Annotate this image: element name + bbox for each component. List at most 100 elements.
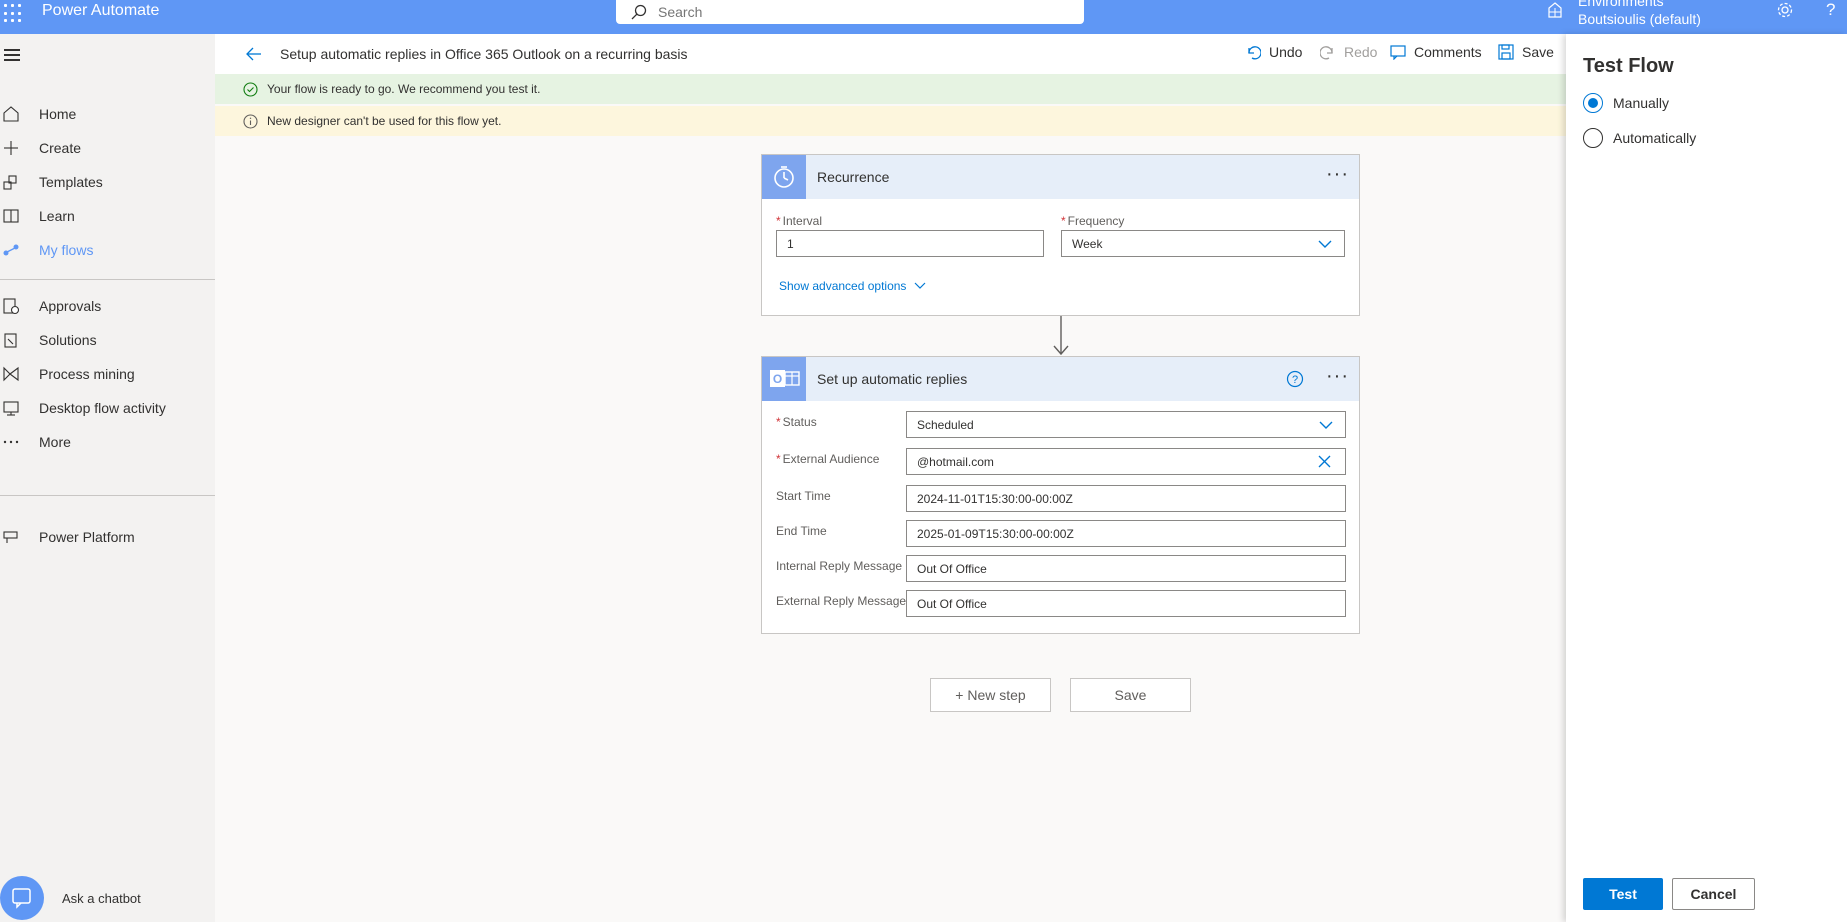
nav-item-templates[interactable]: Templates bbox=[0, 164, 215, 200]
hamburger-icon[interactable] bbox=[4, 49, 20, 61]
app-name[interactable]: Power Automate bbox=[42, 2, 159, 20]
end-time-input[interactable]: 2025-01-09T15:30:00-00:00Z bbox=[906, 520, 1346, 547]
environment-picker[interactable]: Environments Boutsioulis (default) bbox=[1578, 0, 1701, 28]
panel-title: Test Flow bbox=[1583, 55, 1674, 77]
nav-item-desktop-flow-activity[interactable]: Desktop flow activity bbox=[0, 390, 215, 426]
alarm-clock-icon bbox=[762, 155, 806, 199]
automatic-replies-more-icon[interactable]: ··· bbox=[1326, 365, 1349, 388]
nav-item-label: More bbox=[39, 434, 71, 450]
nav-divider bbox=[0, 495, 215, 496]
command-bar: Setup automatic replies in Office 365 Ou… bbox=[215, 34, 1566, 74]
save-button[interactable]: Save bbox=[1498, 44, 1554, 60]
new-step-button[interactable]: + New step bbox=[930, 678, 1051, 712]
nav-item-power-platform[interactable]: Power Platform bbox=[0, 519, 215, 555]
frequency-dropdown[interactable]: Week bbox=[1061, 230, 1345, 257]
nav-item-approvals[interactable]: Approvals bbox=[0, 288, 215, 324]
end-time-label: End Time bbox=[776, 524, 827, 538]
nav-item-home[interactable]: Home bbox=[0, 96, 215, 132]
status-dropdown[interactable]: Scheduled bbox=[906, 411, 1346, 438]
save-icon bbox=[1498, 44, 1514, 60]
external-reply-label: External Reply Message bbox=[776, 594, 907, 608]
home-icon bbox=[3, 106, 19, 122]
external-audience-label: * External Audience bbox=[776, 452, 880, 466]
nav-item-process-mining[interactable]: Process mining bbox=[0, 356, 215, 392]
nav-item-solutions[interactable]: Solutions bbox=[0, 322, 215, 358]
undo-icon bbox=[1248, 46, 1261, 60]
recurrence-header[interactable]: Recurrence ··· bbox=[762, 155, 1359, 199]
external-reply-input[interactable]: Out Of Office bbox=[906, 590, 1346, 617]
redo-button[interactable]: Redo bbox=[1320, 44, 1377, 60]
book-icon bbox=[3, 209, 19, 223]
nav-item-label: Templates bbox=[39, 174, 103, 190]
nav-item-label: Learn bbox=[39, 208, 75, 224]
start-time-input[interactable]: 2024-11-01T15:30:00-00:00Z bbox=[906, 485, 1346, 512]
advanced-label: Show advanced options bbox=[779, 279, 907, 293]
environment-icon[interactable] bbox=[1546, 1, 1564, 19]
canvas-save-button[interactable]: Save bbox=[1070, 678, 1191, 712]
search-input[interactable] bbox=[658, 2, 1058, 22]
clear-icon[interactable] bbox=[1318, 455, 1331, 468]
gear-icon[interactable] bbox=[1776, 1, 1794, 19]
nav-item-label: Solutions bbox=[39, 332, 97, 348]
redo-label: Redo bbox=[1344, 44, 1378, 60]
automatic-replies-card: O Set up automatic replies ? ··· * Status… bbox=[761, 356, 1360, 634]
flow-title: Setup automatic replies in Office 365 Ou… bbox=[280, 46, 688, 62]
nav-item-learn[interactable]: Learn bbox=[0, 198, 215, 234]
comments-button[interactable]: Comments bbox=[1390, 44, 1482, 60]
solutions-icon bbox=[4, 333, 17, 348]
approvals-icon bbox=[3, 298, 20, 315]
top-bar: Power Automate Environments Boutsioulis … bbox=[0, 0, 1847, 34]
nav-divider bbox=[0, 279, 215, 280]
comments-label: Comments bbox=[1414, 44, 1482, 60]
flows-icon bbox=[3, 244, 19, 256]
radio-automatically[interactable]: Automatically bbox=[1583, 128, 1696, 148]
external-audience-value: @hotmail.com bbox=[917, 455, 994, 469]
radio-unchecked-icon bbox=[1583, 128, 1603, 148]
recurrence-title: Recurrence bbox=[817, 169, 890, 185]
save-label: Save bbox=[1522, 44, 1554, 60]
ready-banner-text: Your flow is ready to go. We recommend y… bbox=[267, 82, 541, 96]
app-launcher-icon[interactable] bbox=[2, 2, 24, 24]
nav-item-label: My flows bbox=[39, 242, 94, 258]
test-button[interactable]: Test bbox=[1583, 878, 1663, 910]
back-arrow-icon[interactable] bbox=[245, 45, 263, 63]
designer-banner: New designer can't be used for this flow… bbox=[215, 106, 1566, 136]
automatic-replies-title: Set up automatic replies bbox=[817, 371, 968, 387]
nav-item-my-flows[interactable]: My flows bbox=[0, 232, 215, 268]
interval-label: * Interval bbox=[776, 214, 823, 228]
nav-item-label: Power Platform bbox=[39, 529, 135, 545]
undo-button[interactable]: Undo bbox=[1245, 44, 1302, 60]
help-circle-icon[interactable]: ? bbox=[1286, 370, 1304, 388]
status-label: * Status bbox=[776, 415, 817, 429]
automatic-replies-header[interactable]: O Set up automatic replies ? ··· bbox=[762, 357, 1359, 401]
internal-reply-label: Internal Reply Message bbox=[776, 559, 903, 573]
designer-banner-text: New designer can't be used for this flow… bbox=[267, 114, 502, 128]
external-audience-input[interactable]: @hotmail.com bbox=[906, 448, 1346, 475]
cancel-button[interactable]: Cancel bbox=[1672, 878, 1755, 910]
undo-label: Undo bbox=[1269, 44, 1303, 60]
chevron-down-icon bbox=[1318, 240, 1332, 248]
process-mining-icon bbox=[3, 366, 19, 382]
help-icon[interactable]: ? bbox=[1826, 0, 1835, 20]
interval-input[interactable]: 1 bbox=[776, 230, 1044, 257]
radio-manually-label: Manually bbox=[1613, 95, 1670, 111]
ask-chatbot-button[interactable]: Ask a chatbot bbox=[0, 872, 215, 922]
internal-reply-input[interactable]: Out Of Office bbox=[906, 555, 1346, 582]
nav-item-create[interactable]: Create bbox=[0, 130, 215, 166]
radio-manually[interactable]: Manually bbox=[1583, 93, 1669, 113]
environment-name: Boutsioulis (default) bbox=[1578, 11, 1701, 27]
power-platform-icon bbox=[3, 531, 18, 543]
svg-text:O: O bbox=[773, 372, 782, 386]
info-icon bbox=[243, 114, 258, 129]
show-advanced-options-link[interactable]: Show advanced options bbox=[779, 279, 926, 293]
recurrence-more-icon[interactable]: ··· bbox=[1326, 163, 1349, 186]
nav-item-label: Home bbox=[39, 106, 77, 122]
chevron-down-icon bbox=[1319, 421, 1333, 429]
nav-item-label: Approvals bbox=[39, 298, 102, 314]
redo-icon bbox=[1320, 46, 1333, 60]
comments-icon bbox=[1390, 45, 1406, 60]
search-box[interactable] bbox=[616, 0, 1084, 24]
nav-item-more[interactable]: More bbox=[0, 424, 215, 460]
desktop-flow-icon bbox=[3, 401, 19, 416]
ready-banner: Your flow is ready to go. We recommend y… bbox=[215, 74, 1566, 104]
